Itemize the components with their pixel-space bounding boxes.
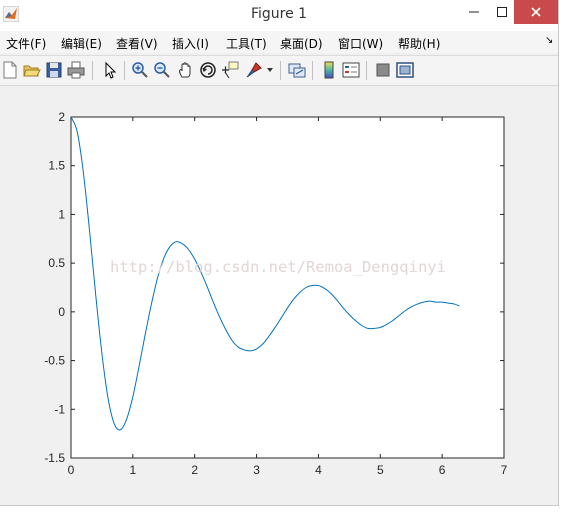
- menu-insert[interactable]: 插入(I): [172, 35, 209, 52]
- x-tick-label: 1: [130, 463, 137, 477]
- menu-bar: 文件(F) 编辑(E) 查看(V) 插入(I) 工具(T) 桌面(D) 窗口(W…: [0, 31, 558, 53]
- print-icon[interactable]: [67, 61, 85, 79]
- select-arrow-icon[interactable]: [101, 61, 119, 79]
- x-tick-label: 4: [315, 463, 322, 477]
- y-tick-label: -1.5: [44, 451, 65, 465]
- figure-toolbar: [0, 55, 558, 86]
- x-tick-label: 5: [377, 463, 384, 477]
- toolbar-separator: [280, 61, 281, 80]
- brush-icon[interactable]: [245, 61, 263, 79]
- menu-window[interactable]: 窗口(W): [338, 35, 383, 52]
- close-icon: [531, 7, 541, 17]
- rotate-3d-icon[interactable]: [199, 61, 217, 79]
- toolbar-separator: [124, 61, 125, 80]
- y-tick-label: 2: [58, 110, 65, 124]
- legend-icon[interactable]: [342, 61, 360, 79]
- x-tick-label: 2: [191, 463, 198, 477]
- x-tick-label: 0: [68, 463, 75, 477]
- y-tick-label: 1.5: [48, 159, 65, 173]
- show-plot-tools-icon[interactable]: [396, 61, 414, 79]
- minimize-icon: [469, 11, 479, 13]
- plot-area: 0 1 2 3 4 5 6 7 2 1.5 1 0.5 0 -0.5 -1 -1.5 http://blog…: [0, 86, 558, 505]
- minimize-button[interactable]: [460, 0, 488, 24]
- y-tick-label: 0.5: [48, 256, 65, 270]
- new-figure-icon[interactable]: [1, 61, 19, 79]
- save-icon[interactable]: [45, 61, 63, 79]
- menu-view[interactable]: 查看(V): [116, 35, 158, 52]
- y-tick-label: 0: [58, 305, 65, 319]
- menu-file[interactable]: 文件(F): [6, 35, 46, 52]
- menu-tools[interactable]: 工具(T): [226, 35, 267, 52]
- y-tick-label: -0.5: [44, 354, 65, 368]
- menu-edit[interactable]: 编辑(E): [61, 35, 102, 52]
- hide-plot-tools-icon[interactable]: [374, 61, 392, 79]
- pan-hand-icon[interactable]: [177, 61, 195, 79]
- dock-arrow-icon[interactable]: ↘: [545, 35, 553, 46]
- colorbar-icon[interactable]: [320, 61, 338, 79]
- x-tick-label: 7: [501, 463, 508, 477]
- menu-help[interactable]: 帮助(H): [398, 35, 440, 52]
- open-file-icon[interactable]: [23, 61, 41, 79]
- maximize-button[interactable]: [488, 0, 516, 24]
- zoom-out-icon[interactable]: [153, 61, 171, 79]
- link-plot-icon[interactable]: [288, 61, 306, 79]
- x-tick-label: 6: [439, 463, 446, 477]
- line-chart[interactable]: 0 1 2 3 4 5 6 7 2 1.5 1 0.5 0 -0.5 -1 -1.5 http://blog…: [0, 86, 558, 505]
- zoom-in-icon[interactable]: [131, 61, 149, 79]
- y-tick-label: -1: [54, 402, 65, 416]
- maximize-icon: [497, 7, 507, 17]
- toolbar-separator: [312, 61, 313, 80]
- toolbar-separator: [92, 61, 93, 80]
- toolbar-separator: [366, 61, 367, 80]
- title-bar[interactable]: Figure 1: [0, 0, 558, 31]
- data-cursor-icon[interactable]: [221, 61, 239, 79]
- brush-dropdown-arrow-icon[interactable]: [266, 66, 274, 74]
- watermark-text: http://blog.csdn.net/Remoa_Dengqinyi: [110, 258, 446, 276]
- close-button[interactable]: [514, 0, 558, 24]
- axes-box[interactable]: [70, 116, 505, 459]
- menu-desktop[interactable]: 桌面(D): [280, 35, 323, 52]
- figure-window: Figure 1 文件(F) 编辑(E) 查看(V) 插入(I) 工具(T) 桌…: [0, 0, 559, 506]
- y-tick-label: 1: [58, 207, 65, 221]
- x-tick-label: 3: [253, 463, 260, 477]
